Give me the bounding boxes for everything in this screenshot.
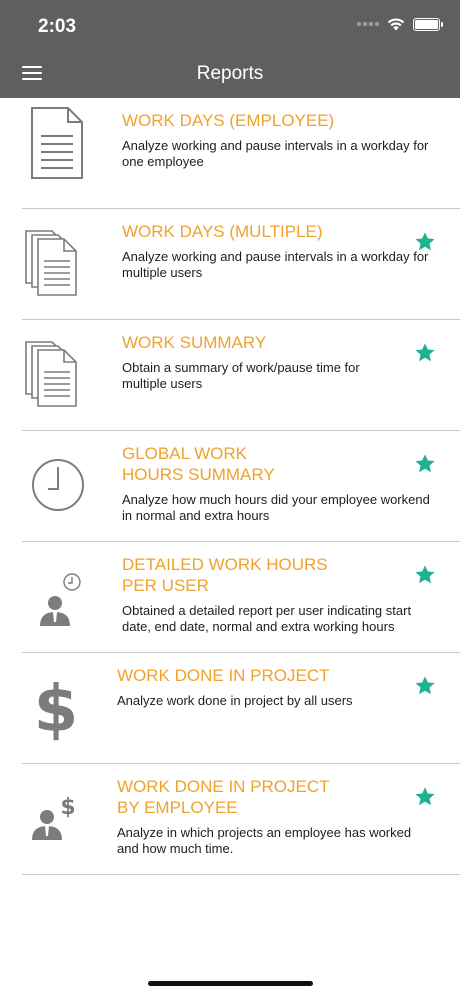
cellular-signal-icon — [357, 22, 379, 26]
report-description-line: multiple users — [122, 265, 203, 280]
favorite-star-icon[interactable] — [414, 564, 436, 586]
favorite-star-icon[interactable] — [414, 342, 436, 364]
report-description: Obtained a detailed report per user indi… — [122, 603, 442, 635]
svg-text:$: $ — [34, 673, 79, 741]
report-description-line: Analyze working and pause intervals in a… — [122, 249, 429, 264]
home-indicator — [148, 981, 313, 986]
svg-text:$: $ — [60, 795, 75, 820]
navigation-bar: 2:03 Reports — [0, 0, 460, 98]
page-title: Reports — [196, 63, 264, 84]
report-title: WORK DAYS (MULTIPLE) — [122, 221, 382, 242]
clock-icon — [22, 439, 92, 519]
report-item[interactable]: $ WORK DONE IN PROJECT BY EMPLOYEE Analyze … — [0, 764, 460, 875]
report-description: Analyze work done in project by all user… — [117, 693, 437, 709]
report-description-line: one employee — [122, 154, 204, 169]
report-title: DETAILED WORK HOURS PER USER — [122, 554, 382, 596]
report-title-line: GLOBAL WORK — [122, 444, 248, 463]
report-description-line: Analyze work done in project by all user… — [117, 693, 353, 708]
wifi-icon — [387, 18, 405, 31]
report-item[interactable]: DETAILED WORK HOURS PER USER Obtained a de… — [0, 542, 460, 653]
report-item[interactable]: $ WORK DONE IN PROJECT Analyze work done i… — [0, 653, 460, 764]
documents-stack-icon — [22, 217, 92, 297]
report-item[interactable]: WORK DAYS (MULTIPLE) Analyze working and … — [0, 209, 460, 320]
report-title: WORK DAYS (EMPLOYEE) — [122, 110, 382, 131]
favorite-star-icon[interactable] — [414, 675, 436, 697]
report-title-line: WORK DAYS (EMPLOYEE) — [122, 111, 335, 130]
report-description: Analyze working and pause intervals in a… — [122, 249, 442, 281]
report-description-line: Analyze in which projects an employee ha… — [117, 825, 412, 840]
report-description-line: Analyze how much hours did your employee… — [122, 492, 430, 507]
report-title: WORK DONE IN PROJECT BY EMPLOYEE — [117, 776, 377, 818]
user-clock-icon — [22, 550, 92, 630]
report-item[interactable]: WORK DAYS (EMPLOYEE) Analyze working and … — [0, 98, 460, 209]
report-title: WORK DONE IN PROJECT — [117, 665, 377, 686]
report-description-line: in normal and extra hours — [122, 508, 270, 523]
report-title-line: WORK DONE IN PROJECT — [117, 666, 330, 685]
report-description-line: Analyze working and pause intervals in a… — [122, 138, 429, 153]
favorite-star-icon[interactable] — [414, 231, 436, 253]
document-icon — [22, 106, 92, 186]
report-description-line: date, end date, normal and extra working… — [122, 619, 395, 634]
report-title-line: PER USER — [122, 576, 209, 595]
favorite-star-icon[interactable] — [414, 786, 436, 808]
dollar-icon: $ — [22, 661, 92, 747]
report-description: Obtain a summary of work/pause time for m… — [122, 360, 442, 392]
divider — [22, 874, 460, 875]
documents-stack-icon — [22, 328, 92, 408]
user-dollar-icon: $ — [22, 772, 92, 852]
report-description-line: Obtain a summary of work/pause time for — [122, 360, 360, 375]
favorite-star-icon[interactable] — [414, 453, 436, 475]
report-item[interactable]: WORK SUMMARY Obtain a summary of work/pau… — [0, 320, 460, 431]
report-title-line: WORK DAYS (MULTIPLE) — [122, 222, 323, 241]
report-description-line: multiple users — [122, 376, 203, 391]
status-time: 2:03 — [38, 16, 77, 37]
battery-icon — [413, 17, 443, 31]
report-title-line: BY EMPLOYEE — [117, 798, 238, 817]
report-item[interactable]: GLOBAL WORK HOURS SUMMARY Analyze how much… — [0, 431, 460, 542]
report-description: Analyze working and pause intervals in a… — [122, 138, 442, 170]
report-description-line: and how much time. — [117, 841, 234, 856]
report-description: Analyze in which projects an employee ha… — [117, 825, 437, 857]
report-title: GLOBAL WORK HOURS SUMMARY — [122, 443, 382, 485]
report-title-line: HOURS SUMMARY — [122, 465, 275, 484]
report-title-line: WORK DONE IN PROJECT — [117, 777, 330, 796]
report-list: WORK DAYS (EMPLOYEE) Analyze working and … — [0, 98, 460, 875]
report-title-line: DETAILED WORK HOURS — [122, 555, 328, 574]
report-title-line: WORK SUMMARY — [122, 333, 267, 352]
report-description-line: Obtained a detailed report per user indi… — [122, 603, 412, 618]
report-description: Analyze how much hours did your employee… — [122, 492, 442, 524]
status-icons — [357, 17, 443, 31]
report-title: WORK SUMMARY — [122, 332, 382, 353]
